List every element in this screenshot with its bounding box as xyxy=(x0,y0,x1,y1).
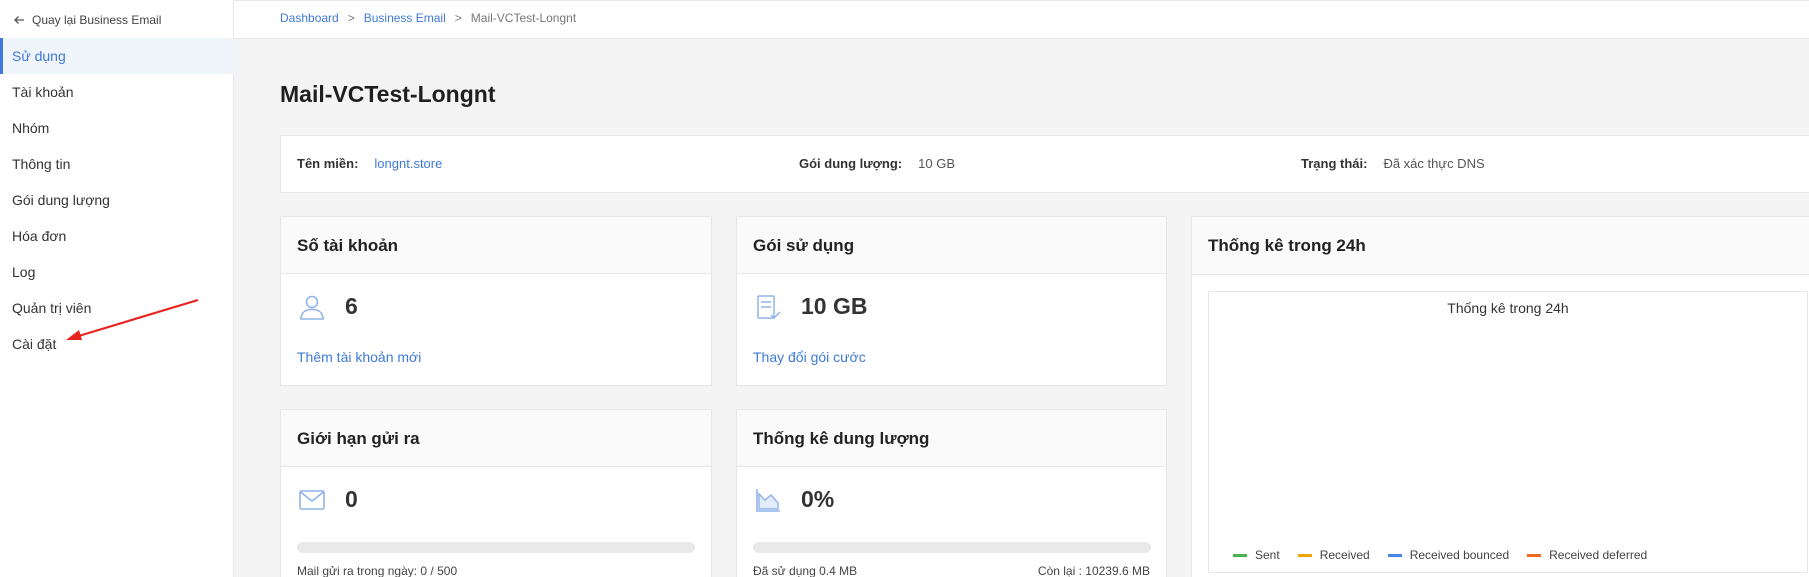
breadcrumb-dashboard[interactable]: Dashboard xyxy=(280,11,339,25)
domain-value-link[interactable]: longnt.store xyxy=(374,156,442,171)
breadcrumb-separator: > xyxy=(454,11,462,25)
back-link-label: Quay lại Business Email xyxy=(32,13,162,27)
back-to-business-email-link[interactable]: Quay lại Business Email xyxy=(13,11,161,29)
send-limit-value: 0 xyxy=(345,486,358,512)
page-title: Mail-VCTest-Longnt xyxy=(280,81,496,107)
user-icon xyxy=(300,295,324,320)
daily-send-count: Mail gửi ra trong ngày: 0 / 500 xyxy=(297,564,458,577)
send-limit-card-title: Giới hạn gửi ra xyxy=(281,410,711,467)
sidebar-item-log[interactable]: Log xyxy=(0,254,234,290)
accounts-card: Số tài khoản 6 Thêm tài khoản mới xyxy=(280,216,712,386)
storage-stats-card: Thống kê dung lượng 0% Đã sử dụng 0.4 MB… xyxy=(736,409,1167,577)
storage-icon xyxy=(757,295,781,320)
sidebar-item-accounts[interactable]: Tài khoản xyxy=(0,74,234,110)
storage-remaining: Còn lại : 10239.6 MB xyxy=(1037,564,1150,577)
domain-label: Tên miền: xyxy=(297,156,359,171)
send-limit-card: Giới hạn gửi ra 0 Mail gửi ra trong ngày… xyxy=(280,409,712,577)
domain-field: Tên miền: longnt.store xyxy=(297,156,442,171)
sidebar-item-settings[interactable]: Cài đặt xyxy=(0,326,234,362)
status-value: Đã xác thực DNS xyxy=(1383,156,1485,171)
sidebar-item-storage-package[interactable]: Gói dung lượng xyxy=(0,182,234,218)
storage-stats-card-title: Thống kê dung lượng xyxy=(737,410,1166,467)
accounts-card-title: Số tài khoản xyxy=(281,217,711,274)
legend-swatch xyxy=(1233,553,1247,557)
legend-item-sent[interactable]: Sent xyxy=(1233,548,1280,562)
sidebar-item-invoices[interactable]: Hóa đơn xyxy=(0,218,234,254)
storage-percent-value: 0% xyxy=(801,486,835,512)
legend-item-received-bounced[interactable]: Received bounced xyxy=(1387,548,1510,562)
status-label: Trạng thái: xyxy=(1301,156,1368,171)
package-label: Gói dung lượng: xyxy=(799,156,903,171)
usage-package-card: Gói sử dụng 10 GB Thay đổi gói cước xyxy=(736,216,1167,386)
chart-title: Thống kê trong 24h xyxy=(1447,300,1569,316)
chart-legend: Sent Received Received bounced Received … xyxy=(1233,548,1647,562)
sidebar-item-groups[interactable]: Nhóm xyxy=(0,110,234,146)
status-field: Trạng thái: Đã xác thực DNS xyxy=(1301,156,1485,171)
topbar: Dashboard > Business Email > Mail-VCTest… xyxy=(234,0,1809,39)
legend-item-received-deferred[interactable]: Received deferred xyxy=(1527,548,1647,562)
stats-24h-chart: Thống kê trong 24h Sent Received Receive… xyxy=(1208,291,1808,573)
legend-swatch xyxy=(1387,553,1402,557)
legend-swatch xyxy=(1297,553,1312,557)
legend-swatch xyxy=(1527,553,1542,557)
usage-package-value: 10 GB xyxy=(801,293,868,319)
send-limit-progress xyxy=(297,542,695,553)
sidebar-nav: Sử dụng Tài khoản Nhóm Thông tin Gói dun… xyxy=(0,38,234,362)
package-field: Gói dung lượng: 10 GB xyxy=(799,156,955,171)
domain-info-bar: Tên miền: longnt.store Gói dung lượng: 1… xyxy=(280,135,1809,193)
breadcrumb-current: Mail-VCTest-Longnt xyxy=(470,11,577,25)
usage-package-card-title: Gói sử dụng xyxy=(737,217,1166,274)
add-account-link[interactable]: Thêm tài khoản mới xyxy=(297,349,421,365)
change-package-link[interactable]: Thay đổi gói cước xyxy=(753,349,866,365)
storage-used: Đã sử dụng 0.4 MB xyxy=(753,564,858,577)
breadcrumb-separator: > xyxy=(347,11,355,25)
package-value: 10 GB xyxy=(918,156,955,171)
sidebar-item-info[interactable]: Thông tin xyxy=(0,146,234,182)
arrow-left-icon xyxy=(14,16,24,24)
accounts-count: 6 xyxy=(345,293,358,319)
legend-label-received-deferred: Received deferred xyxy=(1549,548,1648,562)
breadcrumb: Dashboard > Business Email > Mail-VCTest… xyxy=(280,11,576,25)
legend-item-received[interactable]: Received xyxy=(1297,548,1370,562)
legend-label-sent: Sent xyxy=(1255,548,1280,562)
sidebar-item-admins[interactable]: Quản trị viên xyxy=(0,290,234,326)
area-chart-icon xyxy=(756,489,780,512)
stats-24h-card-title: Thống kê trong 24h xyxy=(1192,217,1809,275)
sidebar: Quay lại Business Email Sử dụng Tài khoả… xyxy=(0,0,234,577)
legend-label-received: Received xyxy=(1319,548,1370,562)
breadcrumb-business-email[interactable]: Business Email xyxy=(364,11,446,25)
legend-label-received-bounced: Received bounced xyxy=(1409,548,1510,562)
mail-icon xyxy=(299,490,325,510)
storage-progress xyxy=(753,542,1151,553)
stats-24h-card: Thống kê trong 24h Thống kê trong 24h Se… xyxy=(1191,216,1809,577)
sidebar-item-usage[interactable]: Sử dụng xyxy=(0,38,234,74)
